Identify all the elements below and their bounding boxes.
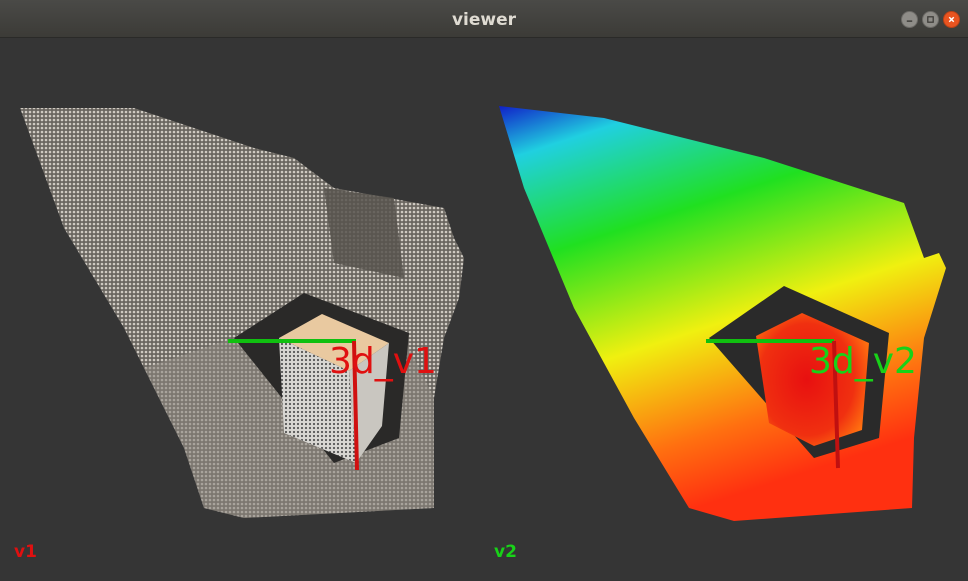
point-cloud-v1[interactable]: 3d_v1: [4, 38, 484, 578]
coord-label-v1: 3d_v1: [329, 341, 437, 382]
viewport-label-v1: v1: [14, 542, 37, 562]
title-bar[interactable]: viewer: [0, 0, 968, 38]
viewer-content: 3d_v1 v1 3d_v2 v2: [4, 38, 965, 578]
coord-label-v2: 3d_v2: [809, 341, 917, 382]
point-cloud-v2[interactable]: 3d_v2: [484, 38, 965, 578]
maximize-button[interactable]: [922, 11, 939, 28]
close-icon: [948, 16, 955, 23]
viewer-window: viewer 3d_v1 v1 3d_v2 v2: [0, 0, 968, 581]
minimize-button[interactable]: [901, 11, 918, 28]
window-controls: [901, 11, 960, 28]
cloud-surface-v2: [499, 106, 946, 521]
viewport-v1[interactable]: 3d_v1 v1: [4, 38, 484, 578]
close-button[interactable]: [943, 11, 960, 28]
viewport-v2[interactable]: 3d_v2 v2: [484, 38, 965, 578]
window-title: viewer: [451, 10, 517, 30]
minimize-icon: [906, 20, 913, 22]
viewport-label-v2: v2: [494, 542, 517, 562]
maximize-icon: [927, 16, 934, 23]
